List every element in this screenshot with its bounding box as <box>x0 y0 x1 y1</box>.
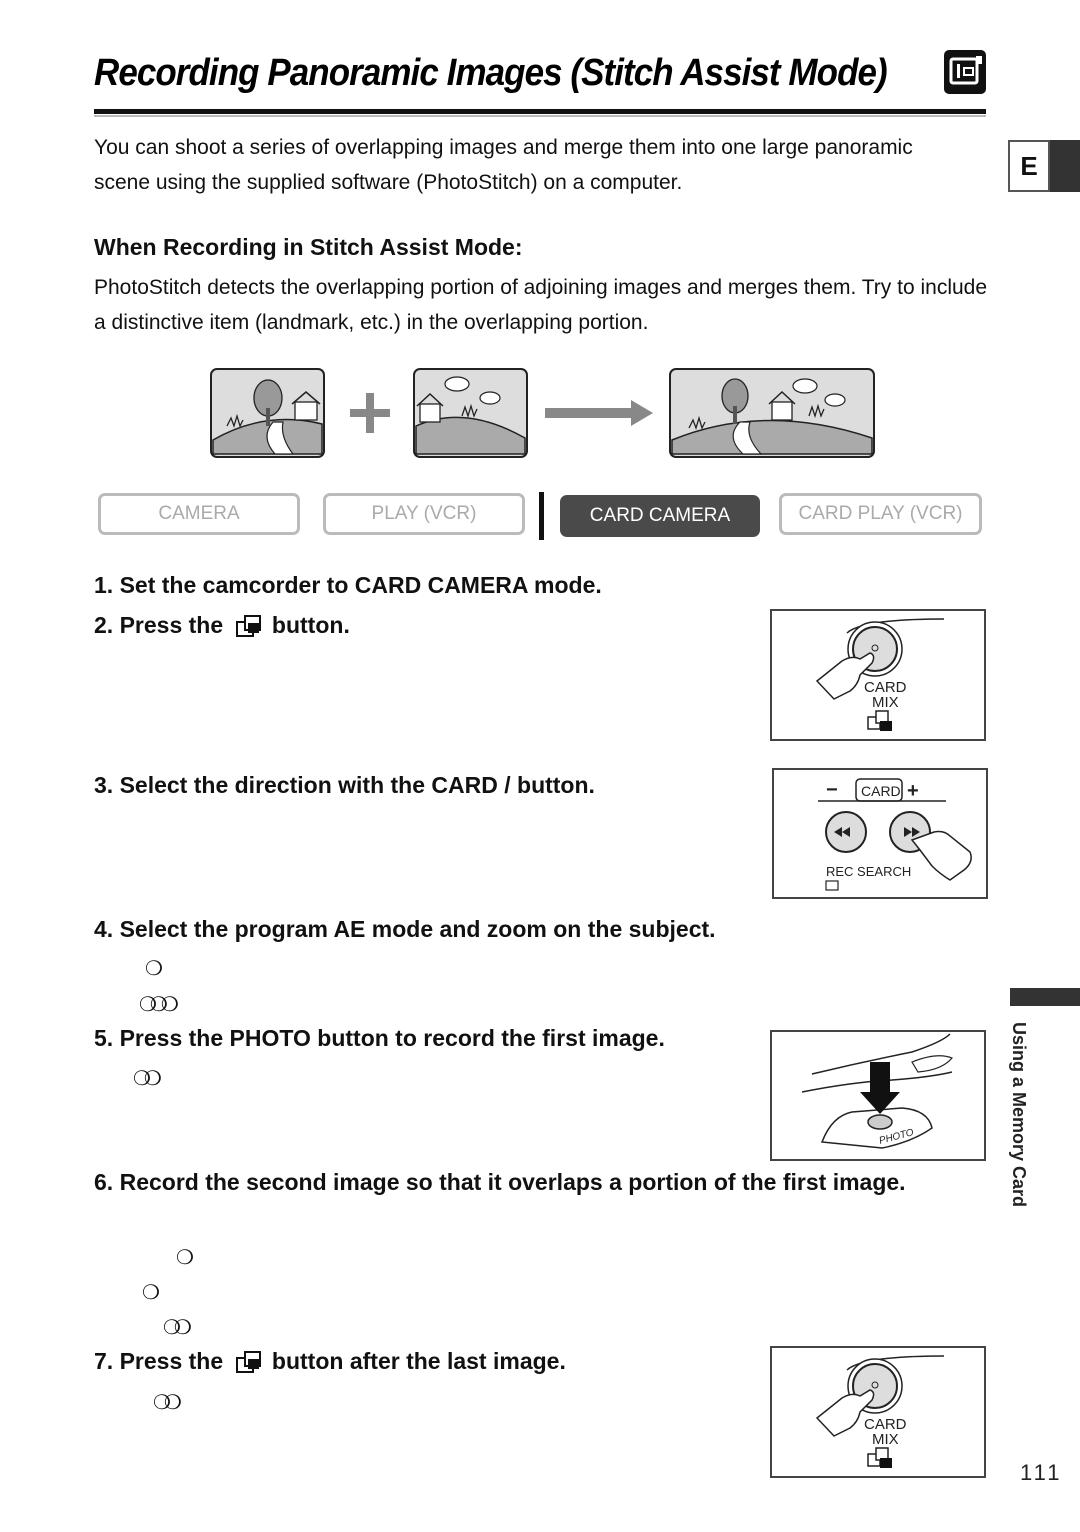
section-tab-bar <box>1010 988 1080 1006</box>
bullet-marker: ❍ <box>176 1245 194 1269</box>
step-5: 5. Press the PHOTO button to record the … <box>94 1025 665 1052</box>
mode-indicator-bar: CAMERA PLAY (VCR) CARD CAMERA CARD PLAY … <box>98 492 982 540</box>
title-rule <box>94 109 986 114</box>
card-mix-icon <box>235 615 261 637</box>
down-arrow-icon <box>860 1062 900 1114</box>
section-heading: When Recording in Stitch Assist Mode: <box>94 234 523 260</box>
step-text: Set the camcorder to CARD CAMERA mode. <box>119 572 602 598</box>
language-tab: E <box>1008 140 1050 192</box>
mix-label: MIX <box>872 1431 899 1448</box>
language-tab-bar <box>1050 140 1080 192</box>
step-7: 7. Press the button after the last image… <box>94 1348 566 1375</box>
step-text: Select the program AE mode and zoom on t… <box>119 916 716 942</box>
bullet-marker: ❍ <box>142 1280 160 1304</box>
step-number: 2. <box>94 612 114 638</box>
scene-left-image <box>210 368 325 458</box>
step-number: 7. <box>94 1348 114 1374</box>
mode-card-play-vcr: CARD PLAY (VCR) <box>779 493 982 535</box>
page-number: 111 <box>1020 1460 1063 1485</box>
pointing-hand-icon <box>910 830 972 881</box>
title-rule-shadow <box>94 115 986 117</box>
step-text: button. <box>271 612 350 638</box>
section-tab-label: Using a Memory Card <box>1008 1022 1038 1252</box>
bullet-marker: ❍ <box>145 956 163 980</box>
mix-label: MIX <box>872 694 899 711</box>
mode-card-camera: CARD CAMERA <box>560 495 760 537</box>
step-text: Press the <box>119 1348 224 1374</box>
rec-search-label: REC SEARCH <box>826 864 911 879</box>
minus-label: − <box>826 779 838 801</box>
page-title: Recording Panoramic Images (Stitch Assis… <box>94 52 888 94</box>
bullet-marker: ❍❍❍ <box>139 992 179 1016</box>
bullet-marker: ❍❍ <box>133 1066 162 1090</box>
bullet-marker: ❍❍ <box>163 1315 192 1339</box>
panorama-illustration <box>205 362 885 462</box>
step-text: Press the <box>119 612 224 638</box>
step-number: 1. <box>94 572 114 598</box>
scene-merged-image <box>669 368 875 458</box>
card-mix-button-diagram: CARD MIX <box>770 609 986 741</box>
step-text: Press the PHOTO button to record the fir… <box>119 1025 665 1051</box>
section-text: PhotoStitch detects the overlapping port… <box>94 276 988 334</box>
step-text: button after the last image. <box>271 1348 566 1374</box>
bullet-marker: ❍❍ <box>153 1390 182 1414</box>
card-mix-button-diagram-2: CARD MIX <box>770 1346 986 1478</box>
plus-label: + <box>907 780 919 802</box>
right-arrow-icon <box>545 400 653 426</box>
scene-right-image <box>413 368 528 458</box>
card-mix-icon <box>235 1351 261 1373</box>
step-2: 2. Press the button. <box>94 612 350 639</box>
step-number: 3. <box>94 772 114 798</box>
mode-separator <box>539 492 544 540</box>
step-number: 5. <box>94 1025 114 1051</box>
step-text: Record the second image so that it overl… <box>119 1169 906 1195</box>
intro-paragraph: You can shoot a series of overlapping im… <box>94 136 913 194</box>
plus-icon <box>350 393 390 433</box>
step-3: 3. Select the direction with the CARD / … <box>94 772 595 799</box>
step-6: 6. Record the second image so that it ov… <box>94 1169 906 1196</box>
step-number: 6. <box>94 1169 114 1195</box>
card-search-buttons-diagram: − CARD + REC SEARCH <box>772 768 988 899</box>
step-text: Select the direction with the CARD / but… <box>119 772 595 798</box>
section-tab-text: Using a Memory Card <box>1009 1022 1029 1208</box>
step-4: 4. Select the program AE mode and zoom o… <box>94 916 716 943</box>
step-number: 4. <box>94 916 114 942</box>
card-label: CARD <box>861 783 901 799</box>
photo-button-diagram: PHOTO <box>770 1030 986 1161</box>
mode-play-vcr: PLAY (VCR) <box>323 493 525 535</box>
card-index-icon <box>825 880 839 891</box>
step-1: 1. Set the camcorder to CARD CAMERA mode… <box>94 572 602 599</box>
photo-button-icon <box>867 1114 893 1130</box>
mode-camera: CAMERA <box>98 493 300 535</box>
card-camera-mode-icon <box>944 50 986 94</box>
